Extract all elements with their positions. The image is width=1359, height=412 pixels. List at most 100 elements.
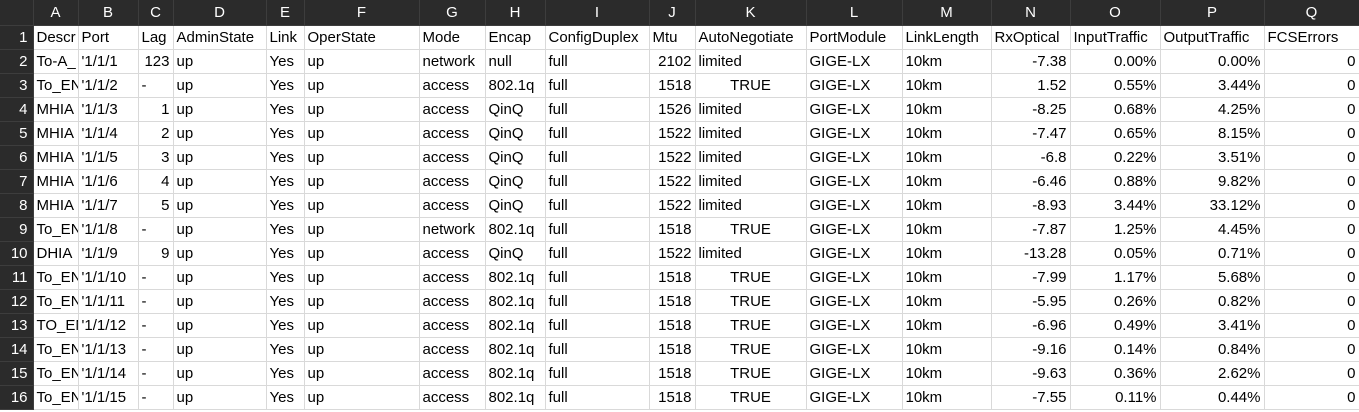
cell-m4[interactable]: 10km — [902, 97, 992, 122]
column-header-o[interactable]: O — [1070, 0, 1161, 26]
cell-n10[interactable]: -13.28 — [991, 241, 1071, 266]
cell-c8[interactable]: 5 — [138, 193, 174, 218]
cell-p4[interactable]: 4.25% — [1160, 97, 1265, 122]
cell-g1[interactable]: Mode — [419, 25, 486, 50]
cell-h9[interactable]: 802.1q — [485, 217, 546, 242]
column-header-e[interactable]: E — [266, 0, 305, 26]
column-header-l[interactable]: L — [806, 0, 903, 26]
cell-k1[interactable]: AutoNegotiate — [695, 25, 807, 50]
cell-n9[interactable]: -7.87 — [991, 217, 1071, 242]
cell-j14[interactable]: 1518 — [649, 337, 696, 362]
cell-k5[interactable]: limited — [695, 121, 807, 146]
cell-e12[interactable]: Yes — [266, 289, 305, 314]
cell-c2[interactable]: 123 — [138, 49, 174, 74]
cell-j12[interactable]: 1518 — [649, 289, 696, 314]
cell-m10[interactable]: 10km — [902, 241, 992, 266]
cell-l4[interactable]: GIGE-LX — [806, 97, 903, 122]
cell-k8[interactable]: limited — [695, 193, 807, 218]
column-header-b[interactable]: B — [78, 0, 139, 26]
cell-p16[interactable]: 0.44% — [1160, 385, 1265, 410]
cell-b16[interactable]: '1/1/15 — [78, 385, 139, 410]
select-all-corner[interactable] — [0, 0, 34, 26]
column-header-p[interactable]: P — [1160, 0, 1265, 26]
cell-f13[interactable]: up — [304, 313, 420, 338]
cell-a10[interactable]: DHIA — [33, 241, 79, 266]
cell-j7[interactable]: 1522 — [649, 169, 696, 194]
cell-h13[interactable]: 802.1q — [485, 313, 546, 338]
cell-b9[interactable]: '1/1/8 — [78, 217, 139, 242]
cell-a4[interactable]: MHIA — [33, 97, 79, 122]
cell-q13[interactable]: 0 — [1264, 313, 1359, 338]
cell-q10[interactable]: 0 — [1264, 241, 1359, 266]
cell-d12[interactable]: up — [173, 289, 267, 314]
cell-m16[interactable]: 10km — [902, 385, 992, 410]
cell-d7[interactable]: up — [173, 169, 267, 194]
column-header-h[interactable]: H — [485, 0, 546, 26]
column-header-q[interactable]: Q — [1264, 0, 1359, 26]
row-header[interactable]: 11 — [0, 265, 34, 290]
cell-f16[interactable]: up — [304, 385, 420, 410]
cell-g9[interactable]: network — [419, 217, 486, 242]
cell-n2[interactable]: -7.38 — [991, 49, 1071, 74]
cell-b1[interactable]: Port — [78, 25, 139, 50]
cell-m12[interactable]: 10km — [902, 289, 992, 314]
cell-c5[interactable]: 2 — [138, 121, 174, 146]
cell-i5[interactable]: full — [545, 121, 650, 146]
cell-e5[interactable]: Yes — [266, 121, 305, 146]
cell-a5[interactable]: MHIA — [33, 121, 79, 146]
cell-e15[interactable]: Yes — [266, 361, 305, 386]
cell-j4[interactable]: 1526 — [649, 97, 696, 122]
cell-k4[interactable]: limited — [695, 97, 807, 122]
cell-i8[interactable]: full — [545, 193, 650, 218]
cell-d15[interactable]: up — [173, 361, 267, 386]
cell-i14[interactable]: full — [545, 337, 650, 362]
cell-m15[interactable]: 10km — [902, 361, 992, 386]
cell-m14[interactable]: 10km — [902, 337, 992, 362]
cell-b15[interactable]: '1/1/14 — [78, 361, 139, 386]
cell-p5[interactable]: 8.15% — [1160, 121, 1265, 146]
cell-j2[interactable]: 2102 — [649, 49, 696, 74]
cell-g16[interactable]: access — [419, 385, 486, 410]
cell-m1[interactable]: LinkLength — [902, 25, 992, 50]
cell-e6[interactable]: Yes — [266, 145, 305, 170]
cell-d6[interactable]: up — [173, 145, 267, 170]
row-header[interactable]: 16 — [0, 385, 34, 410]
cell-j5[interactable]: 1522 — [649, 121, 696, 146]
cell-f3[interactable]: up — [304, 73, 420, 98]
cell-d16[interactable]: up — [173, 385, 267, 410]
cell-h3[interactable]: 802.1q — [485, 73, 546, 98]
cell-c9[interactable]: - — [138, 217, 174, 242]
row-header[interactable]: 2 — [0, 49, 34, 74]
row-header[interactable]: 4 — [0, 97, 34, 122]
cell-i6[interactable]: full — [545, 145, 650, 170]
cell-n1[interactable]: RxOptical — [991, 25, 1071, 50]
cell-q14[interactable]: 0 — [1264, 337, 1359, 362]
cell-e2[interactable]: Yes — [266, 49, 305, 74]
cell-d4[interactable]: up — [173, 97, 267, 122]
cell-a7[interactable]: MHIA — [33, 169, 79, 194]
cell-l10[interactable]: GIGE-LX — [806, 241, 903, 266]
cell-l1[interactable]: PortModule — [806, 25, 903, 50]
cell-e14[interactable]: Yes — [266, 337, 305, 362]
cell-p15[interactable]: 2.62% — [1160, 361, 1265, 386]
cell-k12[interactable]: TRUE — [695, 289, 807, 314]
cell-q15[interactable]: 0 — [1264, 361, 1359, 386]
cell-k15[interactable]: TRUE — [695, 361, 807, 386]
cell-l13[interactable]: GIGE-LX — [806, 313, 903, 338]
column-header-m[interactable]: M — [902, 0, 992, 26]
cell-c4[interactable]: 1 — [138, 97, 174, 122]
cell-g8[interactable]: access — [419, 193, 486, 218]
row-header[interactable]: 7 — [0, 169, 34, 194]
cell-d2[interactable]: up — [173, 49, 267, 74]
cell-b10[interactable]: '1/1/9 — [78, 241, 139, 266]
cell-k9[interactable]: TRUE — [695, 217, 807, 242]
cell-o13[interactable]: 0.49% — [1070, 313, 1161, 338]
cell-j15[interactable]: 1518 — [649, 361, 696, 386]
cell-a2[interactable]: To-A_ — [33, 49, 79, 74]
cell-g12[interactable]: access — [419, 289, 486, 314]
cell-q7[interactable]: 0 — [1264, 169, 1359, 194]
cell-m7[interactable]: 10km — [902, 169, 992, 194]
column-header-d[interactable]: D — [173, 0, 267, 26]
cell-q1[interactable]: FCSErrors — [1264, 25, 1359, 50]
row-header[interactable]: 3 — [0, 73, 34, 98]
